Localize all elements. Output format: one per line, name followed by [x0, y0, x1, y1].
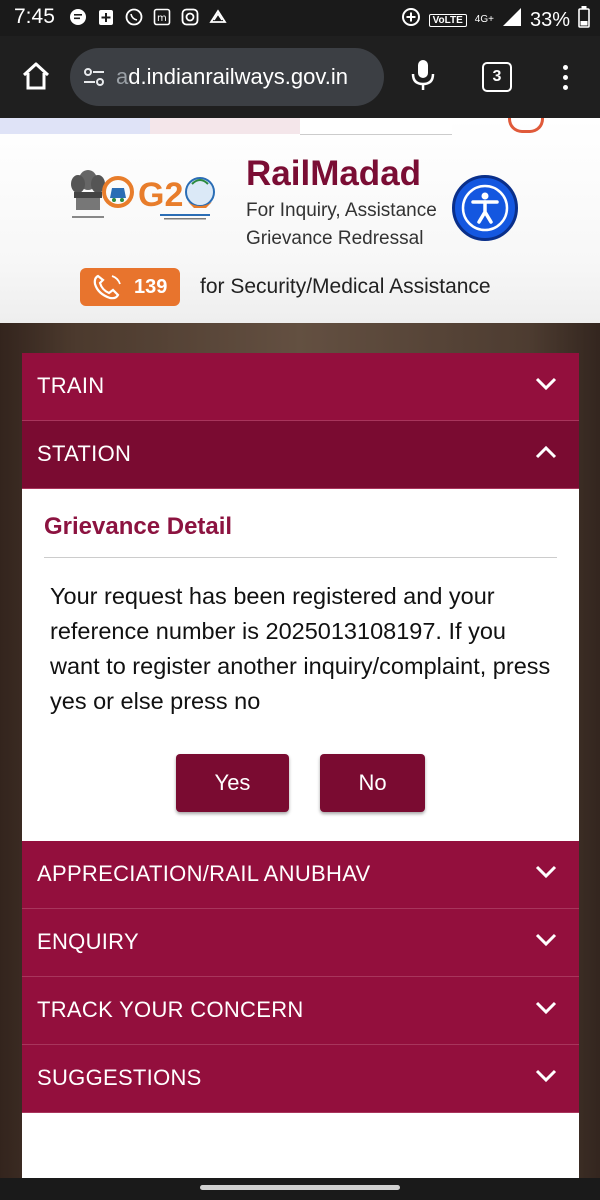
system-navigation-bar [0, 1178, 600, 1200]
location-pin-icon [508, 118, 544, 133]
panel-title: Grievance Detail [44, 513, 233, 540]
health-icon [96, 7, 116, 27]
svg-text:m: m [157, 13, 167, 24]
status-bar: 7:45 m VoLTE 4G+ 33% [0, 0, 600, 36]
grievance-category-accordion: TRAIN STATION Grievance Detail Your requ… [22, 353, 579, 1183]
signal-icon [502, 7, 522, 33]
accessibility-button[interactable] [452, 175, 518, 241]
system-status: VoLTE 4G+ 33% [401, 6, 590, 34]
accordion-label: STATION [37, 441, 132, 466]
site-header: G2 RailMadad For Inquiry, Assistance Gri… [0, 118, 600, 323]
tab-switcher-button[interactable]: 3 [482, 62, 512, 92]
chevron-down-icon [535, 933, 557, 947]
accordion-item-station[interactable]: STATION [22, 421, 579, 489]
helpline-badge[interactable]: 139 [80, 268, 180, 306]
grievance-detail-panel: Grievance Detail Your request has been r… [22, 489, 579, 841]
top-navigation-strip [0, 118, 452, 135]
no-button[interactable]: No [320, 754, 425, 812]
svg-text:G2: G2 [138, 176, 183, 214]
microphone-icon[interactable] [410, 58, 436, 94]
volte-badge: VoLTE [428, 13, 467, 27]
battery-level: 33% [529, 8, 570, 31]
site-title: RailMadad [246, 154, 422, 193]
bank-icon [208, 7, 228, 27]
accordion-label: SUGGESTIONS [37, 1065, 202, 1090]
browser-toolbar: ad.indianrailways.gov.in 3 [0, 36, 600, 118]
chevron-down-icon [535, 377, 557, 391]
phone-icon [93, 274, 121, 300]
accessibility-icon [461, 184, 509, 232]
helpline-text: for Security/Medical Assistance [200, 275, 491, 298]
accordion-label: ENQUIRY [37, 929, 139, 954]
site-tagline-line2: Grievance Redressal [246, 228, 424, 249]
whatsapp-icon [124, 7, 144, 27]
accordion-item-suggestions[interactable]: SUGGESTIONS [22, 1045, 579, 1113]
network-type-label: 4G+ [474, 14, 494, 25]
address-bar[interactable]: ad.indianrailways.gov.in [70, 48, 384, 106]
chevron-down-icon [535, 865, 557, 879]
accordion-label: TRAIN [37, 373, 105, 398]
accordion-item-track-concern[interactable]: TRACK YOUR CONCERN [22, 977, 579, 1045]
accordion-label: TRACK YOUR CONCERN [37, 997, 304, 1022]
chevron-down-icon [535, 1069, 557, 1083]
data-saver-icon [401, 7, 421, 33]
yes-button[interactable]: Yes [176, 754, 289, 812]
confirmation-message: Your request has been registered and you… [50, 583, 551, 714]
message-icon [68, 7, 88, 27]
media-icon: m [152, 7, 172, 27]
url-text: ad.indianrailways.gov.in [116, 64, 348, 89]
home-gesture-handle[interactable] [200, 1185, 400, 1190]
accordion-item-appreciation[interactable]: APPRECIATION/RAIL ANUBHAV [22, 841, 579, 909]
notification-icons: m [68, 7, 228, 27]
instagram-icon [180, 7, 200, 27]
battery-icon [578, 6, 590, 34]
site-settings-icon[interactable] [82, 65, 106, 89]
status-time: 7:45 [14, 5, 55, 28]
accordion-footer-space [22, 1113, 579, 1183]
more-options-icon[interactable] [556, 62, 574, 92]
accordion-label: APPRECIATION/RAIL ANUBHAV [37, 861, 371, 886]
helpline-number: 139 [134, 276, 168, 298]
accordion-item-enquiry[interactable]: ENQUIRY [22, 909, 579, 977]
home-icon[interactable] [20, 60, 52, 92]
network-type-icon: 4G+ [475, 15, 494, 25]
g20-logo: G2 [100, 162, 225, 232]
chevron-down-icon [535, 1001, 557, 1015]
chevron-up-icon [535, 445, 557, 459]
accordion-item-train[interactable]: TRAIN [22, 353, 579, 421]
divider [44, 557, 557, 558]
site-tagline-line1: For Inquiry, Assistance [246, 200, 437, 221]
